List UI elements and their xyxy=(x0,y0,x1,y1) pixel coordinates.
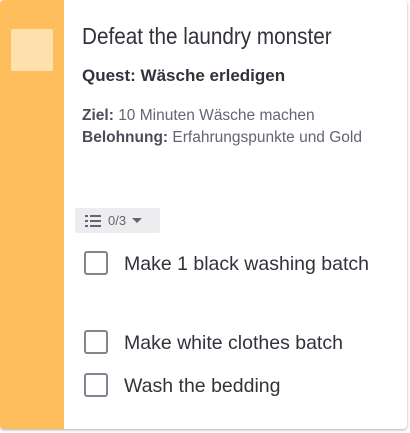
reward-label: Belohnung: xyxy=(82,128,169,146)
checklist-item-checkbox[interactable] xyxy=(84,330,108,354)
checklist-toggle-button[interactable]: 0/3 xyxy=(75,208,160,233)
reward-text: Erfahrungspunkte und Gold xyxy=(172,128,362,146)
checklist-item-checkbox[interactable] xyxy=(84,373,108,397)
task-title[interactable]: Defeat the laundry monster xyxy=(82,20,332,52)
checklist-item-label: Make white clothes batch xyxy=(124,332,343,354)
task-accent-strip xyxy=(0,0,64,429)
task-quest-subtitle: Quest: Wäsche erledigen xyxy=(82,66,286,85)
task-complete-checkbox[interactable] xyxy=(11,29,53,71)
checklist-item[interactable]: Make white clothes batch xyxy=(82,326,397,361)
checklist-item[interactable]: Make 1 black washing batch xyxy=(82,247,397,319)
task-notes: Ziel: 10 Minuten Wäsche machen Belohnung… xyxy=(82,105,382,148)
goal-label: Ziel: xyxy=(82,107,114,124)
task-card: Defeat the laundry monster Quest: Wäsche… xyxy=(0,0,407,429)
checklist-progress: 0/3 xyxy=(108,213,127,228)
goal-text: 10 Minuten Wäsche machen xyxy=(118,107,315,124)
checklist-item-checkbox[interactable] xyxy=(84,251,108,275)
list-icon xyxy=(85,214,101,227)
chevron-down-icon xyxy=(132,218,143,223)
checklist-item-label: Wash the bedding xyxy=(124,375,281,397)
checklist-item-label: Make 1 black washing batch xyxy=(124,253,369,275)
checklist-item[interactable]: Wash the bedding xyxy=(82,369,397,404)
